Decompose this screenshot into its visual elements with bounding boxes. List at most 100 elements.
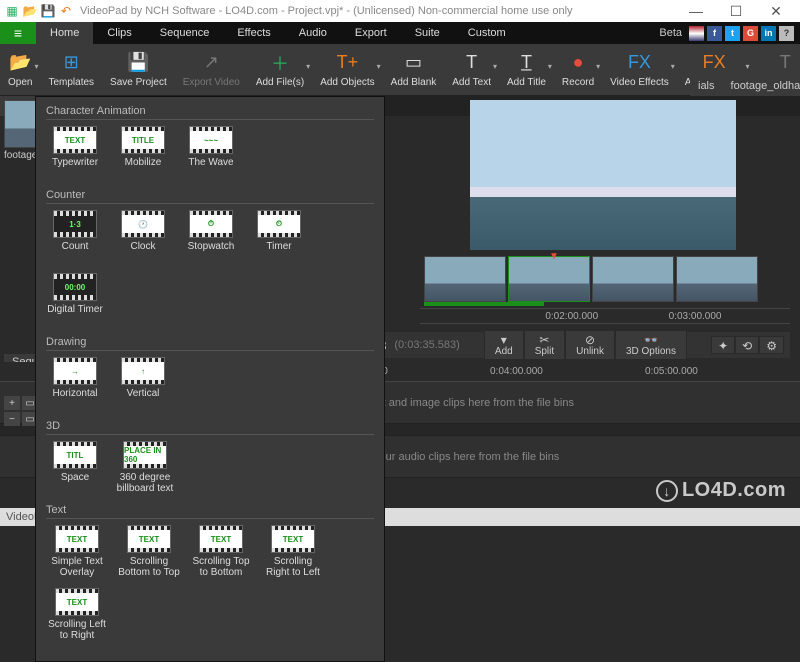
addtitle-icon: T̲: [521, 52, 532, 74]
dd-thumb-icon: TEXT: [55, 588, 99, 616]
tab-custom[interactable]: Custom: [454, 22, 520, 44]
add-icon: ▾: [501, 333, 507, 345]
dd-item-typewriter[interactable]: TEXTTypewriter: [46, 126, 104, 179]
record-button[interactable]: ●Record: [554, 44, 602, 95]
twitter-icon[interactable]: t: [725, 26, 740, 41]
preview-range-bar[interactable]: [424, 302, 544, 306]
facebook-icon[interactable]: f: [707, 26, 722, 41]
help-icon[interactable]: ?: [779, 26, 794, 41]
tl-split-button[interactable]: ✂Split: [524, 330, 565, 360]
addtitle-button[interactable]: T̲Add Title: [499, 44, 554, 95]
dd-item-label: The Wave: [188, 157, 233, 179]
dd-item-scrolling-top-to-bottom[interactable]: TEXTScrolling Top to Bottom: [190, 525, 252, 578]
dd-thumb-icon: TITL: [53, 441, 97, 469]
track-remove-button[interactable]: −: [4, 412, 20, 426]
tab-audio[interactable]: Audio: [285, 22, 341, 44]
ribbon-tabs: HomeClipsSequenceEffectsAudioExportSuite…: [36, 22, 520, 44]
videofx-button[interactable]: FXVideo Effects: [602, 44, 677, 95]
linkedin-icon[interactable]: in: [761, 26, 776, 41]
dd-item-stopwatch[interactable]: ⏱Stopwatch: [182, 210, 240, 263]
axis-tick-1: 0:02:00.000: [543, 311, 666, 322]
tab-clips[interactable]: Clips: [93, 22, 145, 44]
thumb-2[interactable]: ▼: [508, 256, 590, 302]
dd-item-label: Clock: [130, 241, 155, 263]
tl-extra-0[interactable]: ✦: [711, 336, 735, 354]
addblank-button[interactable]: ▭ Add Blank: [383, 44, 445, 95]
dd-item-clock[interactable]: 🕐Clock: [114, 210, 172, 263]
thumb-3[interactable]: [592, 256, 674, 302]
dd-item-timer[interactable]: ⏲Timer: [250, 210, 308, 263]
dd-thumb-icon: 1·3: [53, 210, 97, 238]
addfiles-button[interactable]: ＋Add File(s): [248, 44, 312, 95]
dd-thumb-icon: TEXT: [199, 525, 243, 553]
dd-item-the-wave[interactable]: ~~~The Wave: [182, 126, 240, 179]
addobj-button[interactable]: T+ Add Objects: [312, 44, 382, 95]
dd-section-counter: Counter: [46, 189, 374, 204]
open-label: Open: [8, 77, 32, 88]
addtext-button[interactable]: TAdd Text: [444, 44, 499, 95]
dd-item-simple-text-overlay[interactable]: TEXTSimple Text Overlay: [46, 525, 108, 578]
dd-section-text: Text: [46, 504, 374, 519]
tl-unlink-button[interactable]: ⊘Unlink: [565, 330, 615, 360]
main-menu-button[interactable]: ≡: [0, 22, 36, 44]
tab-effects[interactable]: Effects: [223, 22, 284, 44]
addblank-icon: ▭: [405, 52, 422, 74]
dd-item-label: Count: [62, 241, 89, 263]
tl-3d-button[interactable]: 👓3D Options: [615, 330, 687, 360]
tl-extra-1[interactable]: ⟲: [735, 336, 759, 354]
preview-video[interactable]: [470, 100, 736, 250]
dd-item-label: Mobilize: [125, 157, 162, 179]
qat-undo-icon[interactable]: ↶: [58, 3, 74, 19]
addfiles-icon: ＋: [271, 52, 289, 74]
googleplus-icon[interactable]: G: [743, 26, 758, 41]
dd-item-mobilize[interactable]: TITLE Mobilize: [114, 126, 172, 179]
templates-icon: ⊞: [64, 52, 79, 74]
dd-item-360-degree-billboard-text[interactable]: PLACE IN 360360 degree billboard text: [114, 441, 176, 494]
dd-item-vertical[interactable]: ↑Vertical: [114, 357, 172, 410]
thumb-4[interactable]: [676, 256, 758, 302]
track-add-button[interactable]: +: [4, 396, 20, 410]
dd-thumb-icon: PLACE IN 360: [123, 441, 167, 469]
qat-open-icon[interactable]: 📂: [22, 3, 38, 19]
dd-item-scrolling-right-to-left[interactable]: TEXTScrolling Right to Left: [262, 525, 324, 578]
dd-item-scrolling-bottom-to-top[interactable]: TEXTScrolling Bottom to Top: [118, 525, 180, 578]
maximize-button[interactable]: ☐: [716, 0, 756, 22]
save-label: Save Project: [110, 77, 167, 88]
add-title-dropdown[interactable]: Character AnimationTEXTTypewriterTITLEMo…: [35, 96, 385, 662]
addobj-icon: T+: [337, 52, 359, 74]
tl-add-button[interactable]: ▾Add: [484, 330, 524, 360]
dd-item-scrolling-left-to-right[interactable]: TEXTScrolling Left to Right: [46, 588, 108, 641]
open-icon: 📂: [9, 52, 31, 74]
dd-thumb-icon: TEXT: [53, 126, 97, 154]
qat-new-icon[interactable]: ▦: [4, 3, 20, 19]
minimize-button[interactable]: —: [676, 0, 716, 22]
preview-tab-ials[interactable]: ials: [690, 76, 723, 96]
addblank-label: Add Blank: [391, 77, 437, 88]
dd-thumb-icon: TITLE: [121, 126, 165, 154]
preview-tab-file[interactable]: footage_oldharryrocks.mp4: [723, 76, 800, 96]
dd-item-digital-timer[interactable]: 00:00Digital Timer: [46, 273, 104, 326]
tab-sequence[interactable]: Sequence: [146, 22, 224, 44]
beta-label[interactable]: Beta: [659, 27, 682, 39]
templates-button[interactable]: ⊞Templates: [40, 44, 102, 95]
dd-item-count[interactable]: 1·3 Count: [46, 210, 104, 263]
thumb-1[interactable]: [424, 256, 506, 302]
qat-save-icon[interactable]: 💾: [40, 3, 56, 19]
tab-suite[interactable]: Suite: [401, 22, 454, 44]
tab-export[interactable]: Export: [341, 22, 401, 44]
close-button[interactable]: ✕: [756, 0, 796, 22]
tl-extra-2[interactable]: ⚙: [759, 336, 784, 354]
dd-thumb-icon: ⏲: [257, 210, 301, 238]
download-icon: ↓: [656, 480, 678, 502]
watermark: ↓ LO4D.com: [656, 479, 786, 502]
timecode-secondary: (0:03:35.583): [394, 339, 459, 351]
save-button[interactable]: 💾Save Project: [102, 44, 175, 95]
flag-icon[interactable]: [689, 26, 704, 41]
preview-time-axis: 0:02:00.000 0:03:00.000: [420, 308, 790, 324]
window-title: VideoPad by NCH Software - LO4D.com - Pr…: [80, 5, 676, 17]
dd-item-space[interactable]: TITLSpace: [46, 441, 104, 494]
tab-home[interactable]: Home: [36, 22, 93, 44]
open-button[interactable]: 📂 Open: [0, 44, 40, 95]
addobj-label: Add Objects: [320, 77, 374, 88]
dd-item-horizontal[interactable]: →Horizontal: [46, 357, 104, 410]
